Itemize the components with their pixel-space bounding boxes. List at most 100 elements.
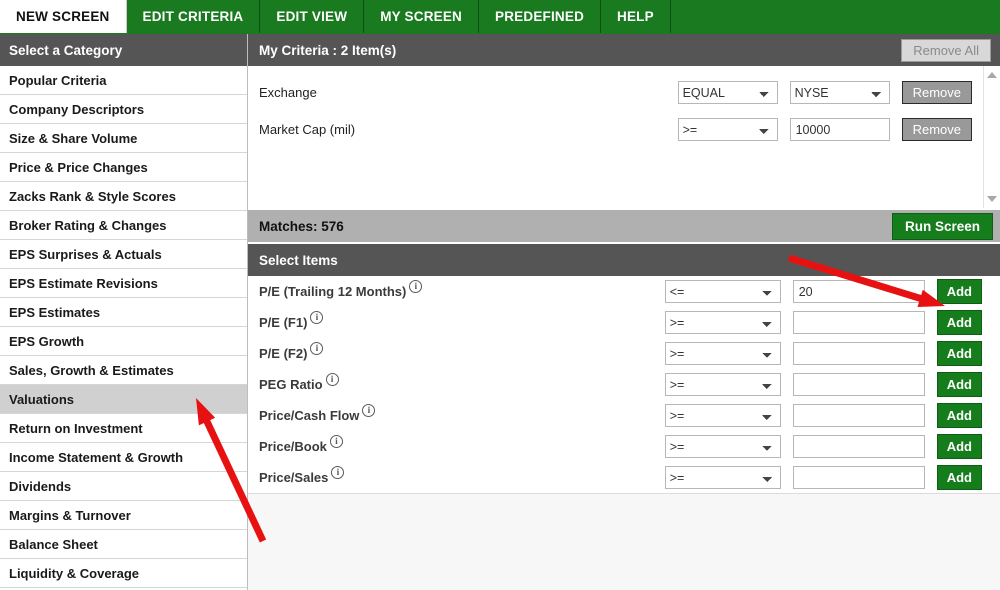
info-icon[interactable]: i (331, 466, 345, 479)
info-icon[interactable]: i (329, 435, 343, 448)
sidebar-item-eps-surprises-actuals[interactable]: EPS Surprises & Actuals (0, 240, 247, 269)
select-item-row: P/E (Trailing 12 Months)i<= Add (248, 276, 1000, 307)
sidebar-header-label: Select a Category (9, 42, 123, 58)
tab-label: NEW SCREEN (16, 9, 110, 24)
sidebar-item-label: EPS Estimate Revisions (9, 275, 158, 291)
criteria-row: Exchange EQUAL NYSE Remove (248, 74, 1000, 111)
info-icon[interactable]: i (325, 373, 339, 386)
sidebar-item-label: Liquidity & Coverage (9, 565, 140, 581)
select-item-value-input[interactable] (792, 311, 925, 334)
select-item-operator-select[interactable]: >= (664, 373, 781, 396)
select-item-label-group: Price/Sales i (259, 466, 665, 485)
select-item-label-group: P/E (F2) i (259, 342, 665, 361)
criteria-row: Market Cap (mil) >= Remove (248, 111, 1000, 148)
select-item-operator-select[interactable]: >= (664, 404, 781, 427)
select-item-label: Price/Book (259, 439, 327, 454)
remove-criteria-button[interactable]: Remove (901, 118, 972, 141)
main-tab-bar: NEW SCREEN EDIT CRITERIA EDIT VIEW MY SC… (0, 0, 1000, 34)
sidebar-item-popular-criteria[interactable]: Popular Criteria (0, 66, 247, 95)
info-icon[interactable]: i (362, 404, 376, 417)
tab-help[interactable]: HELP (601, 0, 671, 33)
tab-new-screen[interactable]: NEW SCREEN (0, 0, 127, 33)
run-screen-button[interactable]: Run Screen (891, 212, 993, 240)
tab-predefined[interactable]: PREDEFINED (479, 0, 602, 33)
select-item-value-input[interactable] (792, 404, 925, 427)
category-list: Popular Criteria Company Descriptors Size … (0, 66, 247, 588)
sidebar-item-company-descriptors[interactable]: Company Descriptors (0, 95, 247, 124)
triangle-down-icon[interactable] (987, 196, 997, 202)
sidebar-item-margins-turnover[interactable]: Margins & Turnover (0, 501, 247, 530)
sidebar-item-label: Income Statement & Growth (9, 449, 184, 465)
add-criteria-button[interactable]: Add (936, 372, 982, 397)
select-item-operator-select[interactable]: >= (664, 311, 781, 334)
sidebar-item-label: Price & Price Changes (9, 159, 148, 175)
sidebar-item-label: Return on Investment (9, 420, 143, 436)
sidebar-item-eps-growth[interactable]: EPS Growth (0, 327, 247, 356)
criteria-scrollbar[interactable] (983, 66, 1000, 208)
select-item-row: P/E (F2) i >= Add (248, 338, 1000, 369)
sidebar-item-size-share-volume[interactable]: Size & Share Volume (0, 124, 247, 153)
criteria-value-select[interactable]: NYSE (789, 81, 890, 104)
sidebar-item-balance-sheet[interactable]: Balance Sheet (0, 530, 247, 559)
sidebar-item-zacks-rank-style-scores[interactable]: Zacks Rank & Style Scores (0, 182, 247, 211)
sidebar-item-eps-estimate-revisions[interactable]: EPS Estimate Revisions (0, 269, 247, 298)
add-criteria-button[interactable]: Add (936, 341, 982, 366)
tab-edit-view[interactable]: EDIT VIEW (260, 0, 365, 33)
main-content: My Criteria : 2 Item(s) Remove All Excha… (248, 34, 1000, 590)
info-icon[interactable]: i (409, 280, 423, 293)
sidebar-item-eps-estimates[interactable]: EPS Estimates (0, 298, 247, 327)
add-criteria-button[interactable]: Add (936, 403, 982, 428)
sidebar-item-sales-growth-estimates[interactable]: Sales, Growth & Estimates (0, 356, 247, 385)
add-criteria-button[interactable]: Add (936, 434, 982, 459)
select-item-value-input[interactable] (792, 373, 925, 396)
select-items-header: Select Items (248, 244, 1000, 276)
sidebar-item-broker-rating-changes[interactable]: Broker Rating & Changes (0, 211, 247, 240)
sidebar-item-price-price-changes[interactable]: Price & Price Changes (0, 153, 247, 182)
sidebar-item-label: EPS Surprises & Actuals (9, 246, 162, 262)
select-item-value-input[interactable] (792, 280, 925, 303)
remove-criteria-button[interactable]: Remove (901, 81, 972, 104)
matches-bar: Matches: 576 Run Screen (248, 210, 1000, 244)
sidebar-item-label: EPS Growth (9, 333, 85, 349)
tab-my-screen[interactable]: MY SCREEN (364, 0, 480, 33)
sidebar-item-income-statement-growth[interactable]: Income Statement & Growth (0, 443, 247, 472)
add-criteria-button[interactable]: Add (936, 310, 982, 335)
sidebar-item-label: Company Descriptors (9, 101, 145, 117)
sidebar-item-label: Margins & Turnover (9, 507, 131, 523)
select-item-operator-select[interactable]: >= (664, 342, 781, 365)
select-item-operator-select[interactable]: <= (664, 280, 781, 303)
my-criteria-panel: Exchange EQUAL NYSE Remove Market Cap (mil) >… (248, 66, 1000, 210)
info-icon[interactable]: i (310, 342, 324, 355)
my-criteria-header: My Criteria : 2 Item(s) Remove All (248, 34, 1000, 66)
sidebar-item-valuations[interactable]: Valuations (0, 385, 247, 414)
sidebar-item-return-on-investment[interactable]: Return on Investment (0, 414, 247, 443)
info-icon[interactable]: i (310, 311, 324, 324)
select-item-value-input[interactable] (792, 435, 925, 458)
sidebar-item-dividends[interactable]: Dividends (0, 472, 247, 501)
sidebar-item-label: Broker Rating & Changes (9, 217, 167, 233)
add-criteria-button[interactable]: Add (936, 465, 982, 490)
criteria-operator-select[interactable]: >= (677, 118, 778, 141)
criteria-row-list: Exchange EQUAL NYSE Remove Market Cap (mil) >… (248, 66, 1000, 148)
select-item-value-input[interactable] (792, 466, 925, 489)
triangle-up-icon[interactable] (987, 72, 997, 78)
sidebar-item-label: Popular Criteria (9, 72, 107, 88)
sidebar-header: Select a Category (0, 34, 247, 66)
remove-all-button[interactable]: Remove All (901, 38, 991, 62)
tab-edit-criteria[interactable]: EDIT CRITERIA (127, 0, 261, 33)
select-item-label-group: P/E (F1) i (259, 311, 665, 330)
select-item-label-group: P/E (Trailing 12 Months) i (259, 280, 665, 299)
criteria-value-input[interactable] (789, 118, 890, 141)
select-item-operator-select[interactable]: >= (664, 435, 781, 458)
select-item-value-input[interactable] (792, 342, 925, 365)
tab-label: EDIT VIEW (276, 9, 348, 24)
select-item-label-group: PEG Ratio i (259, 373, 665, 392)
sidebar-item-liquidity-coverage[interactable]: Liquidity & Coverage (0, 559, 247, 588)
select-item-operator-select[interactable]: >= (664, 466, 781, 489)
sidebar-item-label: Size & Share Volume (9, 130, 138, 146)
select-item-label-group: Price/Book i (259, 435, 665, 454)
add-criteria-button[interactable]: Add (936, 279, 982, 304)
criteria-label: Market Cap (mil) (259, 122, 356, 137)
tab-label: EDIT CRITERIA (142, 9, 244, 24)
criteria-operator-select[interactable]: EQUAL (677, 81, 778, 104)
